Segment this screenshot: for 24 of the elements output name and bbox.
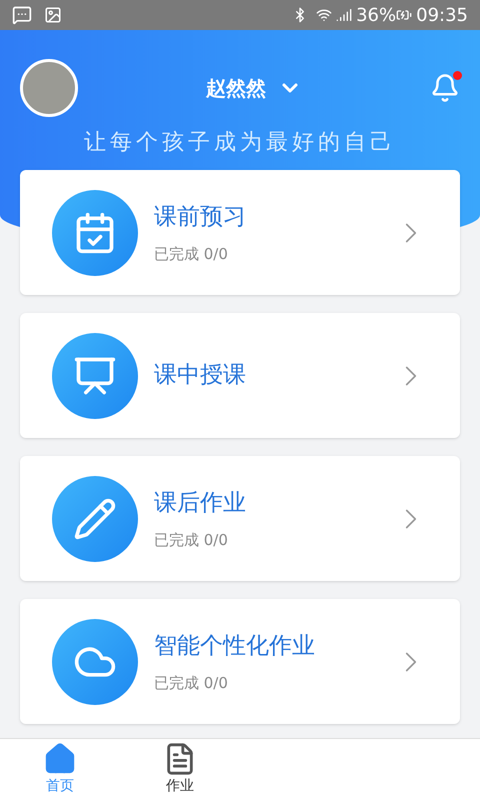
nav-tab[interactable]: 作业 (120, 739, 240, 800)
bell-icon[interactable] (430, 73, 460, 103)
signal-icon (336, 7, 352, 23)
message-icon (12, 5, 32, 25)
completed-count: 已完成 0/0 (154, 672, 229, 694)
clock: 09:35 (416, 4, 468, 28)
module-title: 课前预习 (154, 203, 247, 232)
wifi-icon (316, 7, 332, 23)
module-card[interactable]: 智能个性化作业 已完成 0/0 (20, 599, 460, 724)
battery-percent: 36% (356, 4, 396, 28)
module-title: 课中授课 (154, 361, 247, 390)
module-title: 课后作业 (154, 489, 247, 518)
nav-tab[interactable]: 首页 (0, 739, 120, 800)
home-icon (43, 742, 77, 776)
completed-count: 已完成 0/0 (154, 244, 229, 264)
user-name: 赵然然 (206, 75, 266, 102)
pencil-icon (73, 496, 117, 540)
module-card[interactable]: 课中授课 (20, 313, 460, 438)
image-icon (44, 6, 62, 24)
completed-count: 已完成 0/0 (154, 530, 229, 550)
module-title: 智能个性化作业 (154, 632, 316, 661)
module-card[interactable]: 课后作业 已完成 0/0 (20, 456, 460, 581)
slogan: 让每个孩子成为最好的自己 (84, 129, 396, 157)
module-card[interactable]: 课前预习 已完成 0/0 (20, 170, 460, 295)
